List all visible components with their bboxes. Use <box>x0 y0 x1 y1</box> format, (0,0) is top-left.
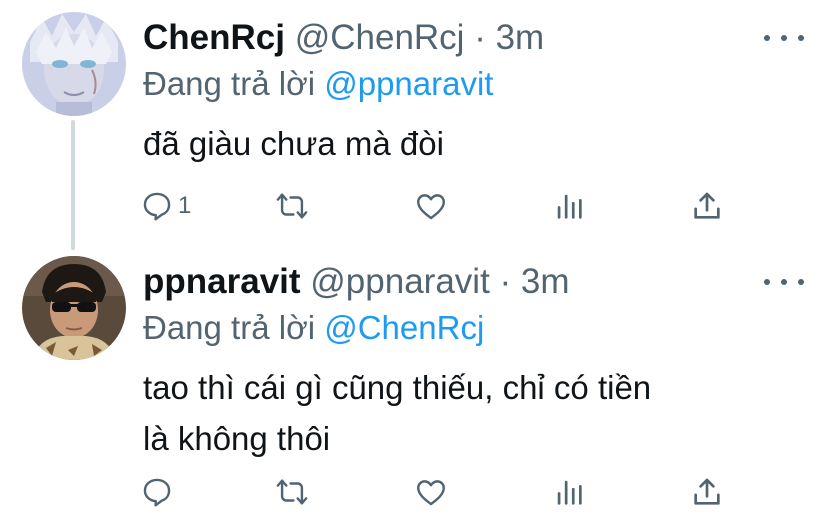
analytics-button[interactable] <box>552 186 586 226</box>
retweet-icon <box>276 193 308 219</box>
mention-link[interactable]: @ChenRcj <box>324 309 484 346</box>
separator-dot: · <box>499 262 512 301</box>
reply-count: 1 <box>178 192 192 219</box>
replying-to-label: Đang trả lời <box>143 65 316 102</box>
tweet-chenrcj[interactable]: ChenRcj @ChenRcj · 3m Đang trả lời @ppna… <box>0 0 828 250</box>
tweet-text: đã giàu chưa mà đòi <box>143 118 444 169</box>
share-icon <box>694 192 720 219</box>
mention-link[interactable]: @ppnaravit <box>324 65 493 102</box>
display-name[interactable]: ChenRcj <box>143 18 285 57</box>
analytics-icon <box>557 480 582 505</box>
retweet-button[interactable] <box>275 472 309 512</box>
avatar[interactable] <box>22 12 126 116</box>
tweet-text-line: là không thôi <box>143 420 331 457</box>
reply-icon <box>143 478 171 507</box>
tweet-text-line: đã giàu chưa mà đòi <box>143 125 444 162</box>
like-icon <box>417 194 445 220</box>
timestamp[interactable]: 3m <box>521 262 570 301</box>
more-icon[interactable] <box>764 272 804 292</box>
tweet-actions: 1 <box>0 186 828 226</box>
like-button[interactable] <box>414 472 448 512</box>
tweet-header: ChenRcj @ChenRcj · 3m <box>143 18 544 58</box>
tweet-ppnaravit[interactable]: ppnaravit @ppnaravit · 3m Đang trả lời @… <box>0 250 828 518</box>
reply-icon <box>143 192 171 221</box>
retweet-icon <box>276 479 308 505</box>
retweet-button[interactable] <box>275 186 309 226</box>
analytics-icon <box>557 194 582 219</box>
tweet-actions <box>0 472 828 512</box>
timestamp[interactable]: 3m <box>496 18 545 57</box>
replying-to-line: Đang trả lời @ChenRcj <box>143 308 484 348</box>
user-handle[interactable]: @ChenRcj <box>295 18 465 57</box>
separator-dot: · <box>474 18 486 57</box>
share-icon <box>694 478 720 505</box>
reply-button[interactable]: 1 <box>140 186 191 226</box>
thread-connector-line <box>71 120 75 250</box>
replying-to-label: Đang trả lời <box>143 309 316 346</box>
analytics-button[interactable] <box>552 472 586 512</box>
tweet-text-line: tao thì cái gì cũng thiếu, chỉ có tiền <box>143 369 652 406</box>
share-button[interactable] <box>690 472 724 512</box>
like-icon <box>417 480 445 506</box>
tweet-text: tao thì cái gì cũng thiếu, chỉ có tiền l… <box>143 362 651 464</box>
user-handle[interactable]: @ppnaravit <box>310 262 490 301</box>
share-button[interactable] <box>690 186 724 226</box>
more-icon[interactable] <box>764 28 804 48</box>
avatar[interactable] <box>22 256 126 360</box>
replying-to-line: Đang trả lời @ppnaravit <box>143 64 493 104</box>
display-name[interactable]: ppnaravit <box>143 262 301 301</box>
reply-button[interactable] <box>140 472 178 512</box>
like-button[interactable] <box>414 186 448 226</box>
tweet-header: ppnaravit @ppnaravit · 3m <box>143 262 570 302</box>
